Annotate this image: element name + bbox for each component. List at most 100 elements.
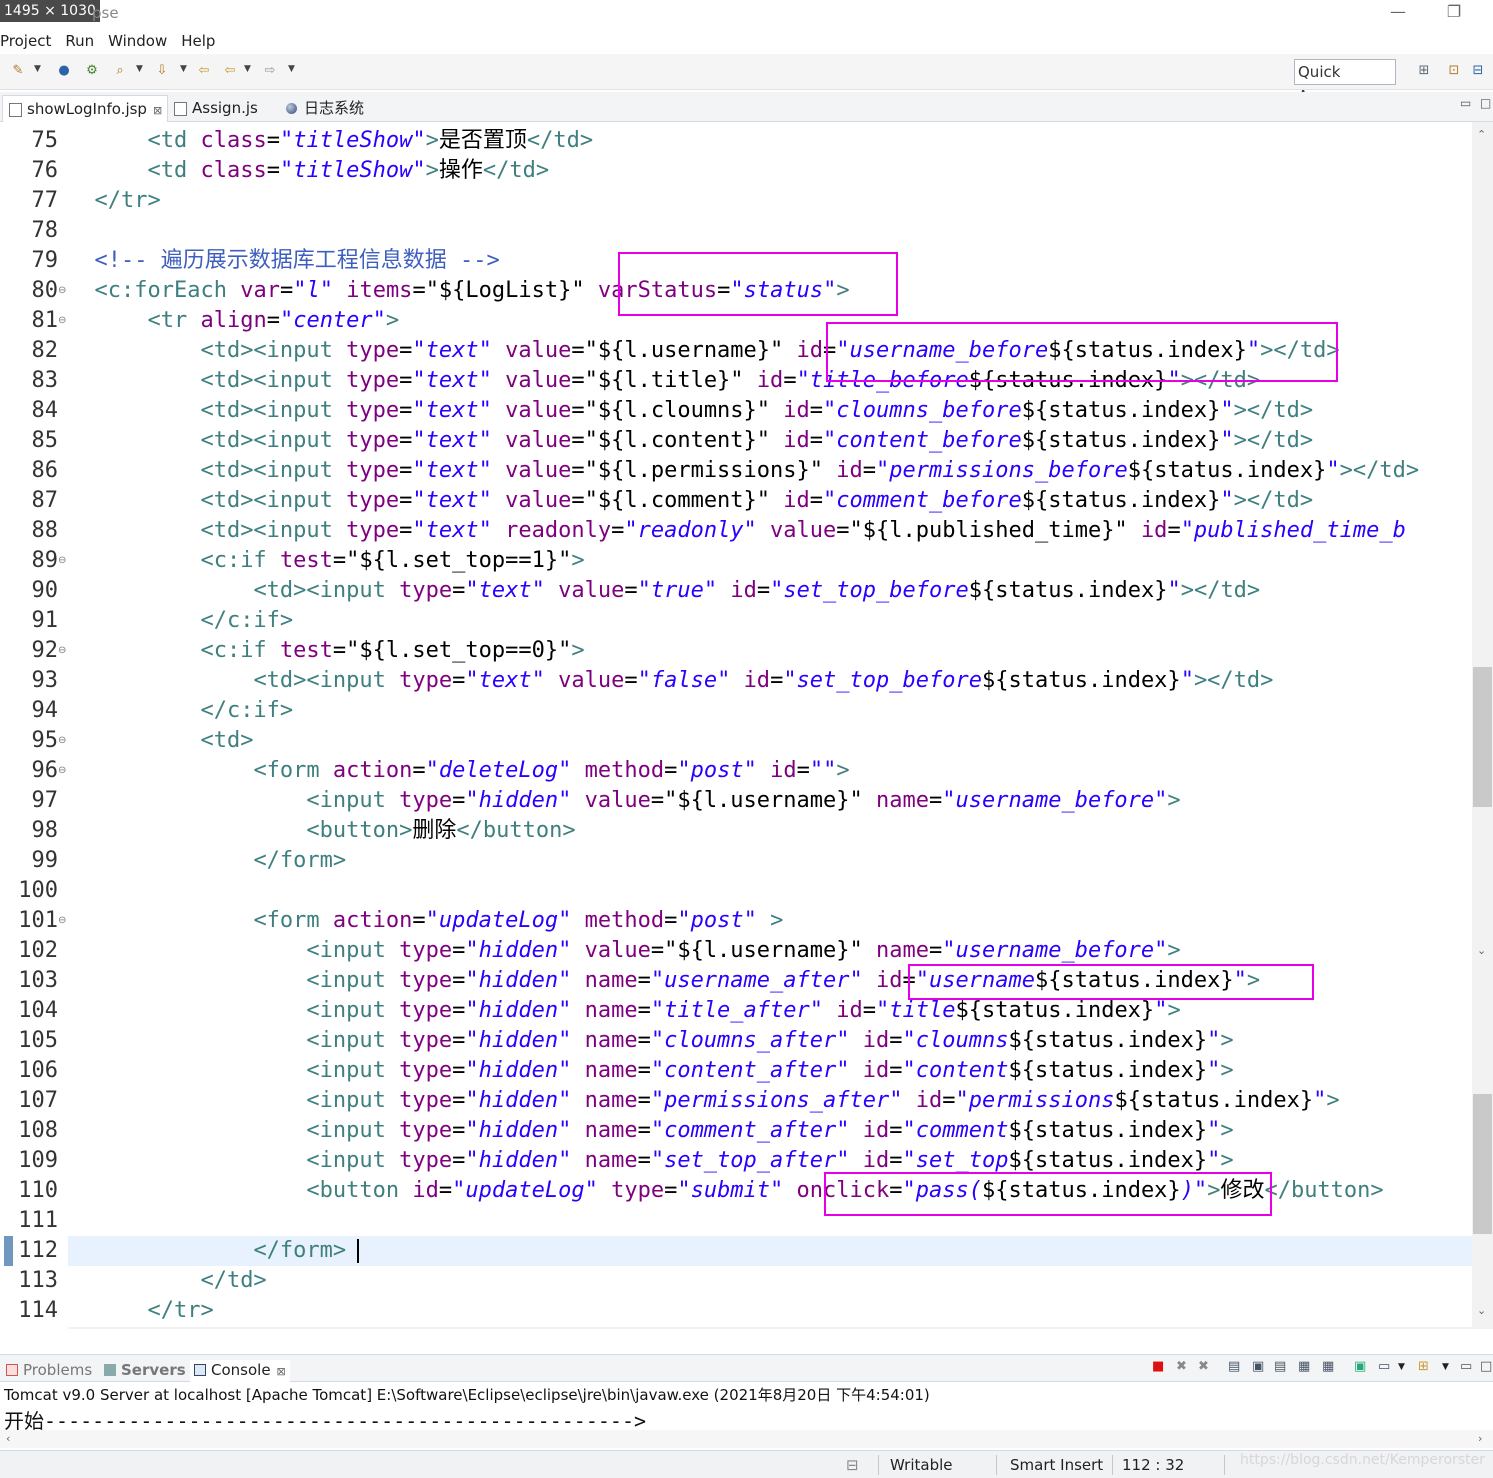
terminate-icon[interactable]: ■ — [1152, 1359, 1164, 1374]
code-token: <td><input — [200, 488, 347, 513]
code-line[interactable]: </c:if> — [68, 606, 293, 636]
code-line[interactable]: </c:if> — [68, 696, 293, 726]
code-line[interactable]: <td><input type="text" value="true" id="… — [68, 576, 1260, 606]
code-line[interactable]: <td><input type="text" value="${l.conten… — [68, 426, 1313, 456]
code-line[interactable]: </td> — [68, 1266, 266, 1296]
code-line[interactable]: <c:if test="${l.set_top==0}"> — [68, 636, 584, 666]
overview-thumb[interactable] — [1473, 1094, 1492, 1234]
code-line[interactable]: <input type="hidden" name="comment_after… — [68, 1116, 1233, 1146]
code-line[interactable]: <form action="deleteLog" method="post" i… — [68, 756, 849, 786]
close-icon[interactable]: ⊠ — [153, 104, 162, 117]
tab-showloginfo[interactable]: showLogInfo.jsp ⊠ — [2, 95, 168, 122]
menu-project[interactable]: Project — [0, 28, 51, 54]
code-token: = — [452, 668, 466, 693]
show-on-stdout-icon[interactable]: ▦ — [1298, 1359, 1310, 1374]
scroll-down-icon[interactable]: ⌄ — [1477, 1304, 1486, 1317]
code-line[interactable]: <td><input type="text" value="${l.cloumn… — [68, 396, 1313, 426]
debug-perspective-icon[interactable]: ⊟ — [1470, 63, 1486, 79]
fold-toggle-icon[interactable]: ⊖ — [58, 726, 68, 756]
chevron-down-icon[interactable]: ▼ — [1398, 1362, 1405, 1372]
scrollbar-thumb[interactable] — [1473, 667, 1492, 807]
wand-icon[interactable]: ✎ — [10, 63, 26, 79]
scroll-up-icon[interactable]: ⌃ — [1477, 128, 1486, 141]
code-line[interactable]: <td class="titleShow">是否置顶</td> — [68, 126, 593, 156]
minimize-editor-icon[interactable]: ▭ — [1460, 96, 1471, 110]
code-line[interactable]: </tr> — [68, 186, 161, 216]
javaee-perspective-icon[interactable]: ⊡ — [1446, 63, 1462, 79]
tab-rizhi-xitong[interactable]: 日志系统 — [280, 95, 390, 122]
chevron-down-icon[interactable]: ▼ — [288, 64, 295, 74]
remove-launch-icon[interactable]: ✖ — [1176, 1359, 1187, 1374]
open-perspective-icon[interactable]: ⊞ — [1416, 63, 1432, 79]
menu-window[interactable]: Window — [108, 28, 167, 54]
tab-assign-js[interactable]: Assign.js — [168, 95, 280, 122]
fold-toggle-icon[interactable]: ⊖ — [58, 636, 68, 666]
open-console-icon[interactable]: ⊞ — [1418, 1359, 1429, 1374]
code-line[interactable]: <td><input type="text" readonly="readonl… — [68, 516, 1405, 546]
horizontal-scrollbar[interactable]: ‹ › — [68, 1327, 1472, 1329]
fold-toggle-icon[interactable]: ⊖ — [58, 546, 68, 576]
forward-icon[interactable]: ⇨ — [262, 63, 278, 79]
code-editor[interactable]: 75 76 77 78 79 80 ⊖ 81 ⊖ 82 83 84 85 86 87 88 89 ⊖ 90 91 92 ⊖… — [0, 122, 1493, 1329]
chevron-down-icon[interactable]: ▼ — [1442, 1362, 1449, 1372]
back-icon[interactable]: ⇦ — [222, 63, 238, 79]
tab-servers[interactable]: Servers — [104, 1360, 186, 1380]
minimize-button[interactable]: — — [1388, 2, 1408, 22]
code-line[interactable]: </tr> — [68, 1296, 213, 1326]
code-line[interactable]: <td> — [68, 726, 253, 756]
next-annotation-icon[interactable]: ⇩ — [154, 63, 170, 79]
code-line[interactable]: <td><input type="text" value="${l.commen… — [68, 486, 1313, 516]
maximize-editor-icon[interactable]: □ — [1480, 96, 1491, 110]
tab-problems[interactable]: Problems — [6, 1360, 92, 1380]
chevron-down-icon[interactable]: ▼ — [244, 64, 251, 74]
scroll-lock-icon[interactable]: ▣ — [1252, 1359, 1264, 1374]
code-line[interactable]: </form> — [68, 846, 346, 876]
fold-toggle-icon[interactable]: ⊖ — [58, 756, 68, 786]
fold-toggle-icon[interactable]: ⊖ — [58, 906, 68, 936]
word-wrap-icon[interactable]: ▤ — [1274, 1359, 1286, 1374]
display-console-icon[interactable]: ▭ — [1378, 1359, 1390, 1374]
code-line[interactable]: <input type="hidden" name="permissions_a… — [68, 1086, 1339, 1116]
code-line[interactable]: <input type="hidden" name="cloumns_after… — [68, 1026, 1233, 1056]
code-line[interactable]: <button>删除</button> — [68, 816, 575, 846]
quick-access-input[interactable]: Quick Access — [1294, 59, 1396, 105]
console-output[interactable]: 开始--------------------------------------… — [0, 1406, 1493, 1430]
vertical-scrollbar[interactable]: ⌃ ⌄ ⌄ — [1472, 122, 1493, 1329]
tab-console[interactable]: Console ⊠ — [190, 1360, 290, 1382]
menu-run[interactable]: Run — [65, 28, 94, 54]
code-line[interactable]: <input type="hidden" value="${l.username… — [68, 786, 1180, 816]
clear-console-icon[interactable]: ▤ — [1228, 1359, 1240, 1374]
minimize-panel-icon[interactable]: ▭ — [1460, 1359, 1472, 1374]
code-line[interactable]: <input type="hidden" name="title_after" … — [68, 996, 1180, 1026]
code-line[interactable]: <td><input type="text" value="false" id=… — [68, 666, 1273, 696]
code-line[interactable]: <td><input type="text" value="${l.permis… — [68, 456, 1419, 486]
code-line[interactable]: </form> — [68, 1236, 346, 1266]
fold-toggle-icon[interactable]: ⊖ — [58, 276, 68, 306]
code-line[interactable]: <input type="hidden" name="content_after… — [68, 1056, 1233, 1086]
close-icon[interactable]: ⊠ — [277, 1365, 286, 1378]
fold-toggle-icon[interactable]: ⊖ — [58, 306, 68, 336]
code-line[interactable]: <c:if test="${l.set_top==1}"> — [68, 546, 584, 576]
maximize-panel-icon[interactable]: □ — [1480, 1359, 1492, 1374]
code-line[interactable]: <tr align="center"> — [68, 306, 399, 336]
restore-button[interactable]: ❐ — [1444, 2, 1464, 22]
console-horizontal-scrollbar[interactable]: ‹ › — [0, 1430, 1493, 1448]
code-line[interactable]: <input type="hidden" value="${l.username… — [68, 936, 1180, 966]
remove-all-icon[interactable]: ✖ — [1198, 1359, 1209, 1374]
scroll-down-icon[interactable]: ⌄ — [1477, 944, 1486, 957]
chevron-down-icon[interactable]: ▼ — [34, 64, 41, 74]
chevron-down-icon[interactable]: ▼ — [136, 64, 143, 74]
pin-console-icon[interactable]: ▣ — [1354, 1359, 1366, 1374]
globe-icon[interactable]: ● — [56, 63, 72, 79]
last-edit-icon[interactable]: ⇦ — [196, 63, 212, 79]
chevron-down-icon[interactable]: ▼ — [180, 64, 187, 74]
run-config-icon[interactable]: ⚙ — [84, 63, 100, 79]
code-line[interactable]: <form action="updateLog" method="post" > — [68, 906, 783, 936]
search-icon[interactable]: ⌕ — [112, 63, 128, 79]
menu-help[interactable]: Help — [181, 28, 215, 54]
code-line[interactable]: <td class="titleShow">操作</td> — [68, 156, 549, 186]
code-line[interactable]: <!-- 遍历展示数据库工程信息数据 --> — [68, 246, 500, 276]
scroll-right-icon[interactable]: › — [1478, 1432, 1482, 1445]
scroll-left-icon[interactable]: ‹ — [6, 1432, 10, 1445]
show-on-stderr-icon[interactable]: ▦ — [1322, 1359, 1334, 1374]
